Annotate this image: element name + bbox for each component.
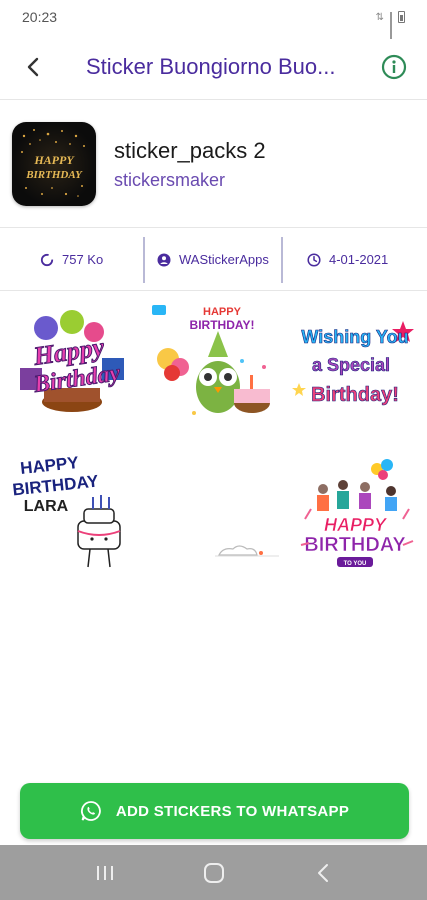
info-icon bbox=[381, 54, 407, 79]
meta-publisher: WAStickerApps bbox=[143, 236, 283, 283]
recent-apps-icon bbox=[96, 865, 113, 880]
sticker-6[interactable]: HAPPY BIRTHDAY TO YOU bbox=[285, 440, 427, 588]
pack-header: HAPPY BIRTHDAY sticker_packs 2 stickersm… bbox=[0, 101, 427, 228]
status-time: 20:23 bbox=[22, 9, 58, 25]
sticker-2-line-1: HAPPY bbox=[203, 306, 242, 318]
home-icon bbox=[203, 862, 224, 883]
pack-name: sticker_packs 2 bbox=[114, 137, 266, 163]
recent-apps-button[interactable] bbox=[75, 845, 135, 900]
pack-meta-row: 757 Ko WAStickerApps 4-01-2021 bbox=[0, 229, 427, 291]
page-title: Sticker Buongiorno Buo... bbox=[86, 53, 336, 79]
whatsapp-icon bbox=[80, 801, 101, 821]
status-bar: 20:23 ⇅ bbox=[0, 0, 427, 39]
sticker-6-line-3: TO YOU bbox=[344, 561, 367, 567]
size-icon bbox=[40, 253, 54, 266]
back-arrow-icon bbox=[27, 57, 39, 76]
clock-icon bbox=[307, 252, 321, 267]
pack-author[interactable]: stickersmaker bbox=[114, 170, 266, 191]
battery-icon bbox=[398, 11, 405, 23]
meta-date: 4-01-2021 bbox=[283, 237, 427, 283]
sticker-2-line-2: BIRTHDAY! bbox=[189, 318, 254, 332]
sticker-4-line-3: LARA bbox=[24, 498, 69, 515]
sticker-3-line-2: a Special bbox=[312, 355, 390, 375]
sticker-4[interactable]: HAPPY BIRTHDAY LARA bbox=[0, 440, 142, 588]
sticker-1[interactable]: Happy Birthday bbox=[0, 292, 142, 440]
pack-thumbnail: HAPPY BIRTHDAY bbox=[12, 122, 96, 206]
meta-size: 757 Ko bbox=[0, 237, 143, 283]
sticker-5[interactable] bbox=[142, 440, 285, 588]
data-icon: ⇅ bbox=[375, 11, 384, 23]
system-nav-bar bbox=[0, 845, 427, 900]
sticker-grid: Happy Birthday HAPPY BIRTHDAY! Wishing Y… bbox=[0, 292, 427, 588]
add-button-label: ADD STICKERS TO WHATSAPP bbox=[115, 802, 350, 820]
thumb-text-happy: HAPPY bbox=[33, 153, 75, 167]
meta-date-text: 4-01-2021 bbox=[329, 252, 389, 267]
sticker-3-line-1: Wishing You bbox=[301, 327, 408, 347]
sticker-3-line-3: Birthday! bbox=[311, 384, 399, 406]
info-button[interactable] bbox=[361, 34, 427, 100]
app-toolbar: Sticker Buongiorno Buo... bbox=[0, 34, 427, 100]
meta-publisher-text: WAStickerApps bbox=[179, 251, 269, 267]
system-back-icon bbox=[317, 863, 328, 882]
sticker-3[interactable]: Wishing You a Special Birthday! bbox=[285, 292, 427, 440]
back-button[interactable] bbox=[0, 34, 66, 100]
publisher-icon bbox=[157, 253, 171, 266]
thumb-text-birthday: BIRTHDAY bbox=[25, 169, 83, 181]
status-icons: ⇅ bbox=[375, 11, 405, 39]
system-back-button[interactable] bbox=[293, 845, 353, 900]
add-to-whatsapp-button[interactable]: ADD STICKERS TO WHATSAPP bbox=[20, 783, 409, 839]
sticker-2[interactable]: HAPPY BIRTHDAY! bbox=[142, 292, 285, 440]
sticker-6-line-2: BIRTHDAY bbox=[304, 534, 406, 556]
sticker-6-line-1: HAPPY bbox=[324, 515, 388, 535]
home-button[interactable] bbox=[184, 845, 244, 900]
signal-icon bbox=[390, 11, 392, 39]
pack-info: sticker_packs 2 stickersmaker bbox=[114, 138, 266, 191]
meta-size-text: 757 Ko bbox=[62, 252, 104, 267]
